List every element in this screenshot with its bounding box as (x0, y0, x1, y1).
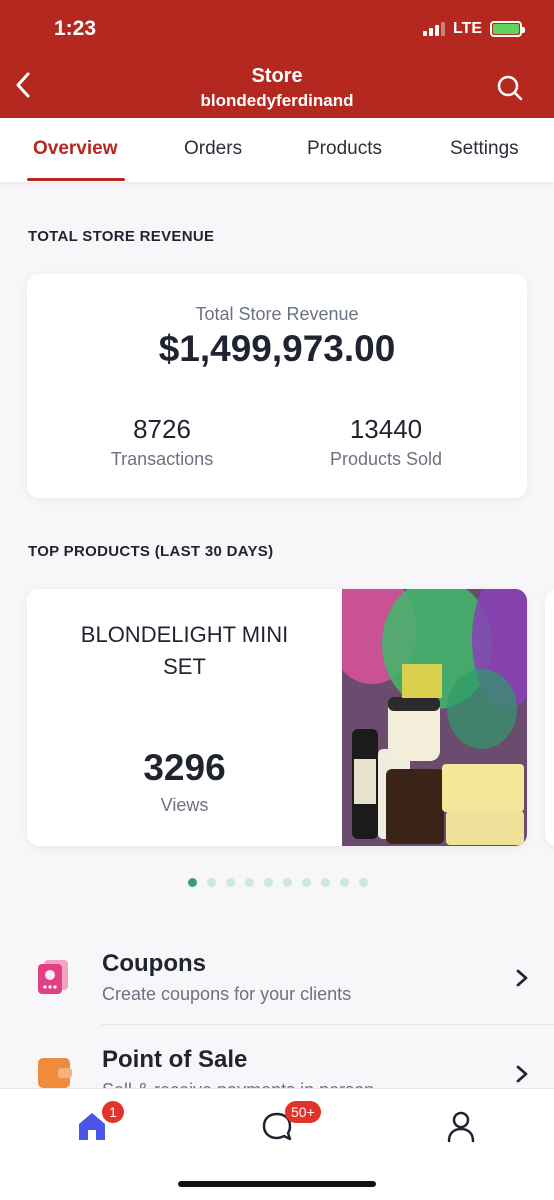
status-time: 1:23 (54, 17, 97, 40)
chevron-right-icon (516, 969, 528, 987)
carousel-pagination (188, 878, 368, 887)
product-views-value: 3296 (143, 747, 226, 788)
search-icon[interactable] (496, 74, 524, 102)
product-card[interactable]: BLONDELIGHT MINI SET 3296 Views (27, 589, 527, 846)
revenue-section-title: TOTAL STORE REVENUE (28, 228, 215, 245)
transactions-stat: 8726 Transactions (62, 414, 262, 470)
products-sold-stat: 13440 Products Sold (286, 414, 486, 470)
coupons-subtitle: Create coupons for your clients (102, 984, 352, 1004)
revenue-label: Total Store Revenue (195, 304, 359, 324)
carousel-dot[interactable] (321, 878, 330, 887)
transactions-value: 8726 (133, 414, 191, 444)
next-product-card-peek[interactable] (545, 589, 554, 846)
status-indicators: LTE (422, 20, 525, 38)
page-title: Store (251, 65, 303, 87)
home-notification-badge: 1 (102, 1101, 124, 1123)
carousel-dot[interactable] (207, 878, 216, 887)
network-label: LTE (452, 20, 482, 37)
carousel-dot[interactable] (283, 878, 292, 887)
carousel-dot[interactable] (188, 878, 197, 887)
menu-divider (101, 1024, 554, 1025)
coupons-menu-item[interactable]: Coupons Create coupons for your clients (0, 938, 554, 1030)
home-indicator (178, 1181, 376, 1187)
chevron-right-icon (516, 1065, 528, 1083)
transactions-label: Transactions (110, 449, 214, 469)
signal-icon (422, 22, 445, 36)
active-tab-indicator (27, 178, 125, 181)
carousel-dot[interactable] (245, 878, 254, 887)
app-header: 1:23 LTE Store blondedyferdinand (0, 0, 554, 118)
tab-settings[interactable]: Settings (450, 138, 519, 160)
messages-notification-badge: 50+ (285, 1101, 321, 1123)
product-views-label: Views (160, 795, 209, 815)
coupon-icon (38, 960, 68, 994)
point-of-sale-title: Point of Sale (102, 1046, 248, 1073)
store-username: blondedyferdinand (200, 91, 354, 110)
carousel-dot[interactable] (302, 878, 311, 887)
tab-orders[interactable]: Orders (184, 138, 242, 160)
battery-icon (490, 21, 525, 37)
carousel-dot[interactable] (340, 878, 349, 887)
tab-bar: Overview Orders Products Settings (0, 118, 554, 182)
top-products-section-title: TOP PRODUCTS (LAST 30 DAYS) (28, 543, 274, 560)
product-name: BLONDELIGHT MINI SET (80, 622, 289, 679)
product-image (342, 589, 527, 846)
tab-products[interactable]: Products (307, 138, 382, 160)
products-sold-value: 13440 (349, 414, 423, 444)
revenue-value: $1,499,973.00 (158, 328, 396, 369)
wallet-icon (38, 1058, 72, 1088)
carousel-dot[interactable] (226, 878, 235, 887)
tab-overview[interactable]: Overview (33, 138, 118, 160)
coupons-title: Coupons (102, 950, 206, 977)
products-sold-label: Products Sold (329, 449, 443, 469)
carousel-dot[interactable] (359, 878, 368, 887)
revenue-card: Total Store Revenue $1,499,973.00 8726 T… (27, 274, 527, 498)
profile-icon[interactable] (444, 1109, 478, 1143)
carousel-dot[interactable] (264, 878, 273, 887)
